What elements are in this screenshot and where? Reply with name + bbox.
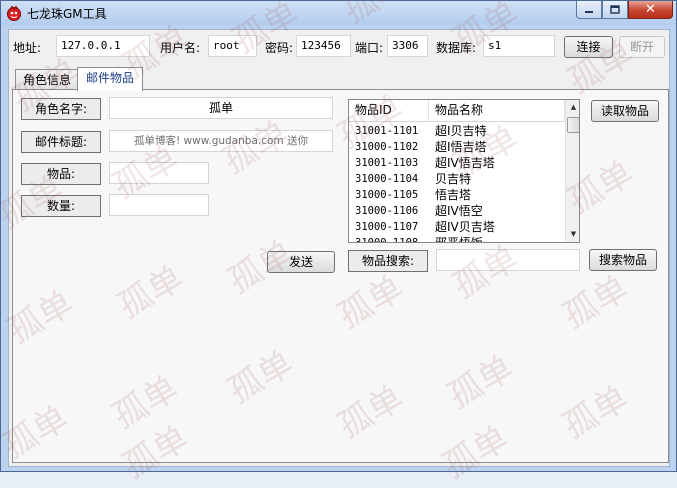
item-listview[interactable]: 物品ID 物品名称 31001-1101 超I贝吉特 31000-1102 超I悟吉… (348, 99, 580, 243)
item-name: 超IV悟吉塔 (435, 156, 495, 170)
list-item[interactable]: 31000-1104 贝吉特 (349, 171, 565, 187)
list-item[interactable]: 31001-1103 超IV悟吉塔 (349, 155, 565, 171)
tab-role-info[interactable]: 角色信息 (15, 69, 79, 91)
item-id: 31001-1103 (355, 157, 419, 169)
listview-scrollbar[interactable]: ▲ ▼ (565, 100, 579, 242)
item-field[interactable] (109, 162, 209, 184)
send-button[interactable]: 发送 (267, 251, 335, 273)
item-search-label: 物品搜索: (348, 250, 428, 272)
maximize-icon (610, 5, 620, 14)
scroll-up-arrow-icon[interactable]: ▲ (566, 100, 579, 115)
list-item[interactable]: 31000-1108 邪恶悟饭 (349, 235, 565, 243)
port-label: 端口: (355, 41, 384, 55)
item-name: 超IV悟空 (435, 204, 483, 218)
mail-title-field[interactable]: 孤单博客! www.gudanba.com 送你 (109, 130, 333, 152)
item-id: 31001-1101 (355, 125, 419, 137)
close-icon: ✕ (645, 2, 656, 17)
role-name-label: 角色名字: (21, 98, 101, 120)
username-label: 用户名: (160, 41, 201, 55)
item-name: 超IV贝吉塔 (435, 220, 495, 234)
item-name: 邪恶悟饭 (435, 236, 484, 243)
item-id: 31000-1105 (355, 189, 419, 201)
listview-header: 物品ID 物品名称 (349, 100, 565, 122)
item-id: 31000-1104 (355, 173, 419, 185)
list-item[interactable]: 31000-1107 超IV贝吉塔 (349, 219, 565, 235)
item-name: 超I贝吉特 (435, 124, 487, 138)
window-title: 七龙珠GM工具 (27, 7, 107, 21)
app-window: 七龙珠GM工具 ✕ 地址: 127.0.0.1 用户名: root 密码: 12… (0, 0, 677, 472)
minimize-icon (585, 10, 593, 13)
close-button[interactable]: ✕ (628, 1, 673, 19)
list-item[interactable]: 31001-1101 超I贝吉特 (349, 123, 565, 139)
dragon-ball-icon (7, 5, 21, 21)
password-field[interactable]: 123456 (296, 35, 351, 57)
address-label: 地址: (13, 41, 42, 55)
item-id: 31000-1107 (355, 221, 419, 233)
port-field[interactable]: 3306 (387, 35, 428, 57)
mail-title-label: 邮件标题: (21, 131, 101, 153)
item-name: 超I悟吉塔 (435, 140, 487, 154)
item-search-field[interactable] (436, 249, 580, 271)
quantity-label: 数量: (21, 195, 101, 217)
title-bar[interactable]: 七龙珠GM工具 ✕ (1, 1, 676, 25)
database-field[interactable]: s1 (483, 35, 555, 57)
list-item[interactable]: 31000-1105 悟吉塔 (349, 187, 565, 203)
item-label: 物品: (21, 163, 101, 185)
scrollbar-thumb[interactable] (567, 117, 579, 133)
connect-button[interactable]: 连接 (564, 36, 613, 58)
database-label: 数据库: (436, 41, 477, 55)
minimize-button[interactable] (576, 1, 602, 19)
load-items-button[interactable]: 读取物品 (591, 100, 659, 122)
client-area: 地址: 127.0.0.1 用户名: root 密码: 123456 端口: 3… (8, 29, 670, 467)
column-item-id[interactable]: 物品ID (349, 100, 429, 122)
scroll-down-arrow-icon[interactable]: ▼ (566, 227, 579, 242)
username-field[interactable]: root (208, 35, 257, 57)
item-id: 31000-1102 (355, 141, 419, 153)
address-field[interactable]: 127.0.0.1 (56, 35, 150, 57)
disconnect-button[interactable]: 断开 (619, 36, 665, 58)
maximize-button[interactable] (602, 1, 628, 19)
quantity-field[interactable] (109, 194, 209, 216)
item-name: 悟吉塔 (435, 188, 472, 202)
list-item[interactable]: 31000-1106 超IV悟空 (349, 203, 565, 219)
item-name: 贝吉特 (435, 172, 472, 186)
column-item-name[interactable]: 物品名称 (429, 100, 565, 122)
search-items-button[interactable]: 搜索物品 (589, 249, 657, 271)
tab-mail-items[interactable]: 邮件物品 (77, 67, 143, 91)
item-id: 31000-1106 (355, 205, 419, 217)
caption-buttons: ✕ (576, 1, 673, 19)
list-item[interactable]: 31000-1102 超I悟吉塔 (349, 139, 565, 155)
password-label: 密码: (265, 41, 294, 55)
listview-rows: 31001-1101 超I贝吉特 31000-1102 超I悟吉塔 31001-11… (349, 123, 565, 243)
role-name-field[interactable]: 孤单 (109, 97, 333, 119)
item-id: 31000-1108 (355, 237, 419, 243)
